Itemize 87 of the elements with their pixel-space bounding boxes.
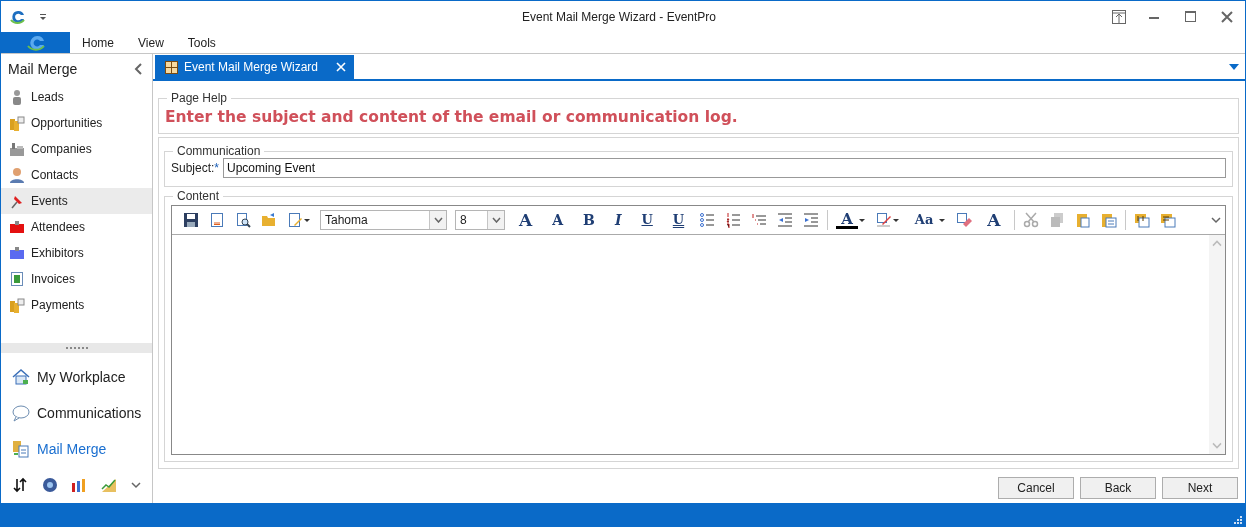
grow-font-icon[interactable]: A xyxy=(514,212,538,228)
group-title: Page Help xyxy=(170,91,229,105)
coins-icon xyxy=(9,115,25,131)
toolbar-overflow-icon[interactable] xyxy=(1211,216,1221,224)
ribbon-tab[interactable]: Home xyxy=(70,32,126,53)
sidebar-item[interactable]: Exhibitors xyxy=(1,240,152,266)
document-icon[interactable] xyxy=(209,212,225,228)
coins-icon xyxy=(9,297,25,313)
double-underline-icon[interactable]: U xyxy=(667,212,690,228)
bar-chart-icon[interactable] xyxy=(71,477,88,493)
close-tab-icon[interactable] xyxy=(334,60,349,74)
shrink-font-icon[interactable]: A xyxy=(547,212,569,228)
sort-arrows-icon[interactable] xyxy=(11,477,28,493)
app-logo-icon xyxy=(24,34,47,51)
paste-icon[interactable] xyxy=(1074,212,1091,228)
sidebar-item[interactable]: Companies xyxy=(1,136,152,162)
sidebar-item[interactable]: Opportunities xyxy=(1,110,152,136)
sidebar-item[interactable]: Invoices xyxy=(1,266,152,292)
save-icon[interactable] xyxy=(183,212,199,228)
navigation-group[interactable]: My Workplace xyxy=(1,359,152,395)
bold-icon[interactable]: B xyxy=(578,212,600,228)
caret-icon[interactable] xyxy=(891,217,900,223)
pin-window-icon[interactable] xyxy=(1112,9,1126,24)
wizard-icon xyxy=(165,60,178,74)
multilevel-list-icon[interactable] xyxy=(751,212,768,228)
close-icon[interactable] xyxy=(1220,9,1234,24)
rich-text-editor[interactable]: Tahoma 8 A A B I U U A Aa A xyxy=(171,205,1226,455)
numbered-list-icon[interactable] xyxy=(725,212,742,228)
font-size-dropdown[interactable]: 8 xyxy=(455,210,505,230)
caret-icon[interactable] xyxy=(303,217,311,223)
wizard-button[interactable]: Cancel xyxy=(998,477,1074,499)
building-icon xyxy=(9,141,25,157)
folder-icon[interactable] xyxy=(261,212,277,228)
eraser-icon[interactable] xyxy=(956,212,973,228)
ribbon-tab[interactable]: View xyxy=(126,32,176,53)
change-case-icon[interactable]: Aa xyxy=(909,212,939,228)
edit-document-icon[interactable] xyxy=(287,212,303,228)
caret-icon[interactable] xyxy=(938,217,947,223)
contact-person-icon xyxy=(9,167,25,183)
navigation-group[interactable]: Mail Merge xyxy=(1,431,152,467)
font-name-dropdown[interactable]: Tahoma xyxy=(320,210,447,230)
underline-icon[interactable]: U xyxy=(636,212,658,228)
resize-grip-icon xyxy=(1234,516,1242,524)
ribbon-tab[interactable]: Tools xyxy=(175,32,228,53)
field-label: Subject: xyxy=(171,161,215,175)
subject-field[interactable]: Upcoming Event xyxy=(223,158,1226,178)
sidebar-item[interactable]: Contacts xyxy=(1,162,152,188)
required-mark: * xyxy=(214,161,220,175)
house-icon xyxy=(11,367,31,387)
sidebar-item[interactable]: Events xyxy=(1,188,152,214)
wizard-button[interactable]: Back xyxy=(1080,477,1156,499)
collapse-icon[interactable] xyxy=(134,63,144,75)
insert-field-icon[interactable] xyxy=(1159,212,1176,228)
caret-icon[interactable] xyxy=(857,217,866,223)
group-title: Communication xyxy=(176,144,262,158)
increase-indent-icon[interactable] xyxy=(803,212,820,228)
pane-title: Mail Merge xyxy=(8,61,79,77)
name-badge-icon xyxy=(9,219,25,235)
merge-documents-icon xyxy=(11,439,31,459)
highlight-icon[interactable] xyxy=(875,212,892,228)
sidebar-item[interactable]: Attendees xyxy=(1,214,152,240)
decrease-indent-icon[interactable] xyxy=(777,212,794,228)
bullet-list-icon[interactable] xyxy=(699,212,716,228)
window-title: Event Mail Merge Wizard - EventPro xyxy=(520,9,718,24)
tab-list-icon[interactable] xyxy=(1229,63,1239,70)
vertical-scrollbar[interactable] xyxy=(1209,235,1225,454)
pushpin-icon xyxy=(9,193,25,209)
quick-access-dropdown-icon[interactable] xyxy=(39,12,47,21)
document-tab[interactable]: Event Mail Merge Wizard xyxy=(155,55,355,79)
line-chart-icon[interactable] xyxy=(101,477,118,493)
maximize-icon[interactable] xyxy=(1184,9,1198,24)
font-icon[interactable]: A xyxy=(982,212,1006,228)
sidebar-item[interactable]: Leads xyxy=(1,84,152,110)
name-badge-icon xyxy=(9,245,25,261)
sidebar-item[interactable]: Payments xyxy=(1,292,152,318)
more-icon[interactable] xyxy=(131,481,142,489)
paste-special-icon[interactable] xyxy=(1100,212,1117,228)
merge-field-icon[interactable] xyxy=(1133,212,1150,228)
find-icon[interactable] xyxy=(235,212,251,228)
wizard-button[interactable]: Next xyxy=(1162,477,1238,499)
italic-icon[interactable]: I xyxy=(609,212,627,228)
splitter-grip-icon[interactable] xyxy=(65,346,88,350)
speech-bubble-icon xyxy=(11,403,31,423)
group-title: Content xyxy=(176,189,221,203)
app-logo-icon xyxy=(9,9,27,24)
navigation-group[interactable]: Communications xyxy=(1,395,152,431)
help-text: Enter the subject and content of the email or communication log. xyxy=(165,107,738,127)
